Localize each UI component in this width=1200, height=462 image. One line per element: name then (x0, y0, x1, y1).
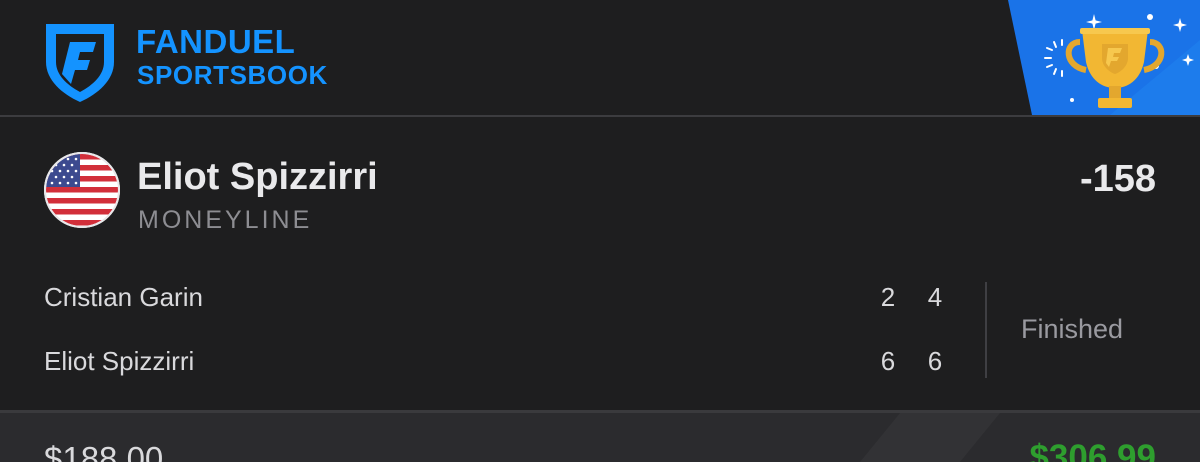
score-p2-set1: 6 (880, 346, 896, 376)
player-name-2: Eliot Spizzirri (44, 346, 195, 376)
footer: $188.00 $306.99 (0, 413, 1200, 462)
player-name-1: Cristian Garin (44, 282, 203, 312)
match-status: Finished (1021, 314, 1124, 344)
payout-amount: $306.99 (1029, 438, 1156, 462)
wager-amount: $188.00 (44, 440, 164, 462)
header-divider (0, 115, 1200, 117)
bet-type: MONEYLINE (138, 206, 313, 234)
fanduel-shield-icon (46, 24, 114, 102)
score-p1-set1: 2 (880, 282, 896, 312)
footer-background-decoration (860, 413, 1000, 462)
selection-name: Eliot Spizzirri (137, 156, 378, 198)
trophy-icon (1008, 0, 1200, 115)
usa-flag-icon (44, 152, 120, 228)
score-divider (985, 282, 987, 378)
brand-name: FANDUEL (136, 23, 296, 60)
score-p1-set2: 4 (927, 282, 943, 312)
score-p2-set2: 6 (927, 346, 943, 376)
header: FANDUEL SPORTSBOOK (0, 0, 1200, 115)
odds: -158 (1079, 158, 1156, 200)
brand-subtitle: SPORTSBOOK (137, 60, 328, 90)
